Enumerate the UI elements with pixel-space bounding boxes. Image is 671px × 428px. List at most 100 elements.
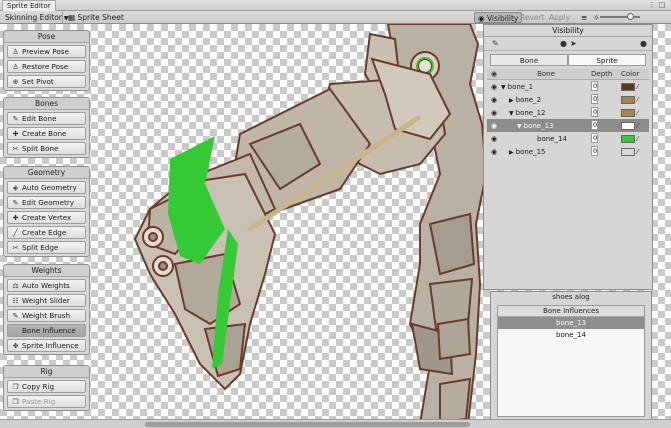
preview-pose-button[interactable]: ♙ Preview Pose bbox=[7, 45, 86, 58]
edit-geometry-button[interactable]: ✎ Edit Geometry bbox=[7, 196, 86, 209]
eye-icon[interactable]: ◉ bbox=[487, 109, 501, 117]
color-swatch[interactable] bbox=[621, 134, 635, 143]
bone-row-bone-2[interactable]: ◉ ▶ bone_2 0 ⁄ bbox=[487, 93, 649, 106]
eye-icon: ◉ bbox=[478, 14, 485, 23]
chevron-down-icon[interactable]: ▼ bbox=[517, 123, 522, 130]
revert-button[interactable]: Revert bbox=[517, 12, 548, 23]
copy-icon: ❐ bbox=[12, 382, 19, 391]
eyedropper-icon[interactable]: ⁄ bbox=[637, 83, 638, 91]
tool-group-pose: Pose ♙ Preview Pose ♙ Restore Pose ⊕ Set Pi… bbox=[3, 30, 90, 91]
bone-name: bone_1 bbox=[507, 82, 534, 91]
bone-row-bone-14[interactable]: ◉ bone_14 0 ⁄ bbox=[487, 132, 649, 145]
button-label: Bone Influence bbox=[22, 326, 76, 335]
eye-icon[interactable]: ◉ bbox=[487, 69, 501, 79]
eye-icon[interactable]: ◉ bbox=[487, 96, 501, 104]
person-icon: ♙ bbox=[12, 62, 19, 71]
edit-bone-button[interactable]: ✎ Edit Bone bbox=[7, 112, 86, 125]
sprite-sheet-button[interactable]: ▦ Sprite Sheet bbox=[62, 12, 127, 23]
chevron-down-icon[interactable]: ▼ bbox=[509, 110, 514, 117]
eye-icon[interactable]: ◉ bbox=[487, 135, 501, 143]
paste-icon: ❐ bbox=[12, 397, 19, 406]
color-swatch[interactable] bbox=[621, 82, 635, 91]
depth-field[interactable]: 0 bbox=[591, 146, 599, 156]
opacity-slider-knob-icon[interactable]: ● bbox=[560, 39, 567, 48]
color-swatch[interactable] bbox=[621, 121, 635, 130]
bone-row-bone-15[interactable]: ◉ ▶ bone_15 0 ⁄ bbox=[487, 145, 649, 158]
tool-group-title: Pose bbox=[4, 31, 89, 43]
maximize-icon[interactable]: □ bbox=[658, 1, 666, 9]
zoom-slider[interactable] bbox=[600, 16, 640, 18]
set-pivot-button[interactable]: ⊕ Set Pivot bbox=[7, 75, 86, 88]
depth-field[interactable]: 0 bbox=[591, 107, 599, 117]
auto-geometry-button[interactable]: ◈ Auto Geometry bbox=[7, 181, 86, 194]
chevron-right-icon[interactable]: ▶ bbox=[509, 97, 514, 104]
zoom-slider-handle[interactable] bbox=[627, 13, 634, 20]
bone-name: bone_12 bbox=[515, 108, 546, 117]
split-edge-button[interactable]: ✂ Split Edge bbox=[7, 241, 86, 254]
depth-field[interactable]: 0 bbox=[591, 120, 599, 130]
depth-field[interactable]: 0 bbox=[591, 133, 599, 143]
bone-table-header: ◉ Bone Depth Color bbox=[487, 69, 649, 80]
copy-rig-button[interactable]: ❐ Copy Rig bbox=[7, 380, 86, 393]
list-item[interactable]: bone_14 bbox=[498, 329, 644, 341]
button-label: Weight Slider bbox=[22, 296, 70, 305]
bone-name: bone_15 bbox=[515, 147, 546, 156]
eye-icon[interactable]: ◉ bbox=[487, 148, 501, 156]
create-edge-button[interactable]: ╱ Create Edge bbox=[7, 226, 86, 239]
restore-pose-button[interactable]: ♙ Restore Pose bbox=[7, 60, 86, 73]
chevron-right-icon[interactable]: ▶ bbox=[509, 149, 514, 156]
eyedropper-icon[interactable]: ⁄ bbox=[637, 148, 638, 156]
eye-icon[interactable]: ◉ bbox=[487, 83, 501, 91]
brush-icon[interactable]: ✎ bbox=[492, 39, 499, 48]
create-bone-button[interactable]: ✚ Create Bone bbox=[7, 127, 86, 140]
opacity-slider-end-icon[interactable]: ● bbox=[640, 39, 647, 48]
tab-bone[interactable]: Bone bbox=[490, 54, 568, 66]
visibility-toggle-button[interactable]: ◉ Visibility bbox=[474, 12, 523, 23]
bone-row-bone-1[interactable]: ◉ ▼ bone_1 0 ⁄ bbox=[487, 80, 649, 93]
button-label: Set Pivot bbox=[22, 77, 54, 86]
eyedropper-icon[interactable]: ⁄ bbox=[637, 109, 638, 117]
eye-icon[interactable]: ◉ bbox=[487, 122, 501, 130]
scrollbar-thumb[interactable] bbox=[145, 422, 470, 427]
bone-influence-button[interactable]: Bone Influence bbox=[7, 324, 86, 337]
sprite-influence-button[interactable]: ✥ Sprite Influence bbox=[7, 339, 86, 352]
cursor-icon[interactable]: ➤ bbox=[570, 39, 577, 48]
color-swatch[interactable] bbox=[621, 108, 635, 117]
button-label: Weight Brush bbox=[22, 311, 71, 320]
tool-group-title: Weights bbox=[4, 265, 89, 277]
button-label: Create Vertex bbox=[22, 213, 72, 222]
split-bone-button[interactable]: ✂ Split Bone bbox=[7, 142, 86, 155]
geometry-icon: ✎ bbox=[12, 198, 19, 207]
color-swatch[interactable] bbox=[621, 95, 635, 104]
more-options-icon[interactable]: ⋮ bbox=[648, 1, 656, 9]
bone-row-bone-13[interactable]: ◉ ▼ bone_13 0 ⁄ bbox=[487, 119, 649, 132]
bone-influences-list: Bone Influences bone_13 bone_14 bbox=[497, 305, 645, 417]
depth-field[interactable]: 0 bbox=[591, 81, 599, 91]
tab-sprite[interactable]: Sprite bbox=[568, 54, 646, 66]
weights-icon: ⚖ bbox=[12, 281, 19, 290]
chevron-down-icon[interactable]: ▼ bbox=[501, 84, 506, 91]
button-label: Auto Weights bbox=[22, 281, 70, 290]
horizontal-scrollbar[interactable] bbox=[0, 419, 671, 428]
button-label: Paste Rig bbox=[22, 397, 56, 406]
weight-slider-button[interactable]: ☷ Weight Slider bbox=[7, 294, 86, 307]
layers-icon[interactable]: ≡ bbox=[578, 12, 590, 23]
list-item[interactable]: bone_13 bbox=[498, 317, 644, 329]
eyedropper-icon[interactable]: ⁄ bbox=[637, 135, 638, 143]
auto-weights-button[interactable]: ⚖ Auto Weights bbox=[7, 279, 86, 292]
bone-name: bone_14 bbox=[537, 134, 567, 143]
eyedropper-icon[interactable]: ⁄ bbox=[637, 122, 638, 130]
color-swatch[interactable] bbox=[621, 147, 635, 156]
window-title-tab[interactable]: Sprite Editor bbox=[2, 0, 56, 11]
tool-group-title: Bones bbox=[4, 98, 89, 110]
eyedropper-icon[interactable]: ⁄ bbox=[637, 96, 638, 104]
bone-row-bone-12[interactable]: ◉ ▼ bone_12 0 ⁄ bbox=[487, 106, 649, 119]
slider-icon: ☷ bbox=[12, 296, 19, 305]
paste-rig-button[interactable]: ❐ Paste Rig bbox=[7, 395, 86, 408]
create-vertex-button[interactable]: ✚ Create Vertex bbox=[7, 211, 86, 224]
button-label: Copy Rig bbox=[22, 382, 55, 391]
depth-field[interactable]: 0 bbox=[591, 94, 599, 104]
weight-brush-button[interactable]: ✎ Weight Brush bbox=[7, 309, 86, 322]
visibility-tools-row: ✎ ● ➤ ● bbox=[484, 37, 652, 51]
apply-button[interactable]: Apply bbox=[546, 12, 573, 23]
